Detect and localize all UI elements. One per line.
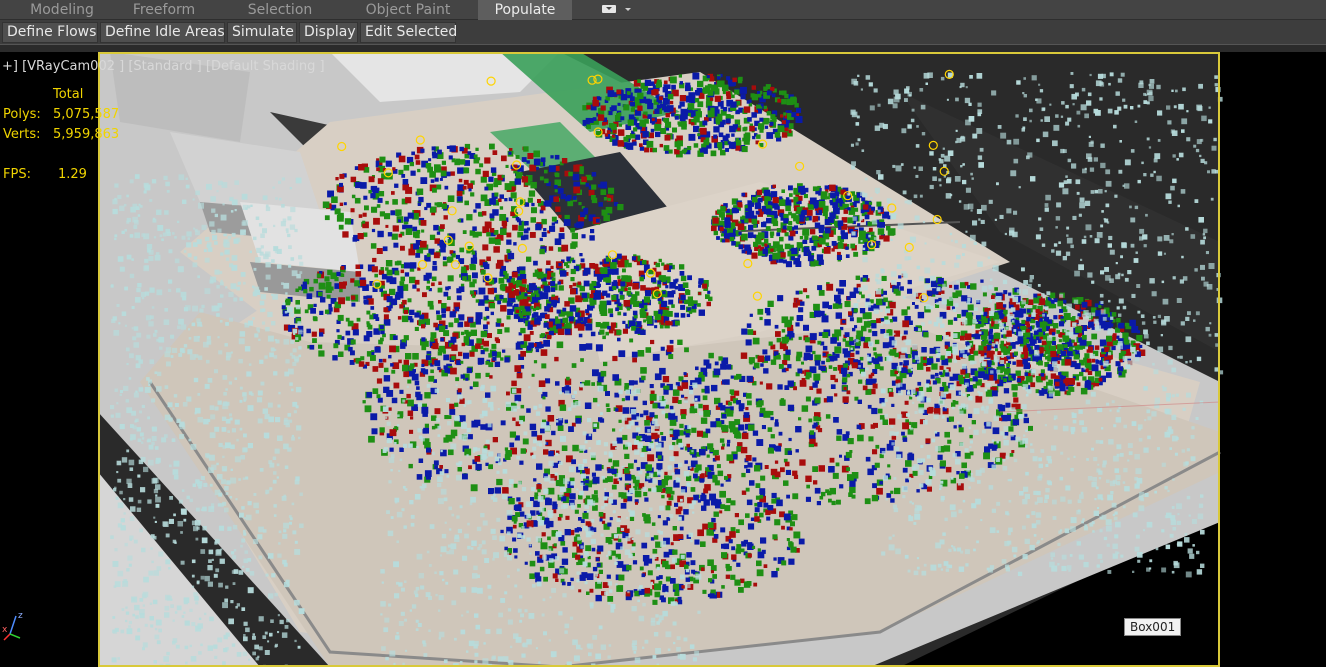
toolbar-divider — [0, 44, 1326, 52]
axis-x-label: x — [2, 625, 8, 635]
tab-freeform[interactable]: Freeform — [120, 0, 208, 20]
viewport-label[interactable]: +] [VRayCam002 ] [Standard ] [Default Sh… — [2, 59, 325, 74]
tab-populate[interactable]: Populate — [478, 0, 572, 20]
ribbon-options-icon[interactable] — [598, 2, 636, 17]
edit-selected-button[interactable]: Edit Selected — [360, 22, 457, 43]
define-idle-areas-button[interactable]: Define Idle Areas — [100, 22, 225, 43]
axis-gizmo-icon: z x — [2, 610, 28, 642]
simulate-button[interactable]: Simulate — [227, 22, 297, 43]
object-name-tag[interactable]: Box001 — [1124, 618, 1182, 636]
tab-selection[interactable]: Selection — [236, 0, 324, 20]
verts-value: 5,959,863 — [53, 127, 120, 142]
tab-modeling[interactable]: Modeling — [20, 0, 104, 20]
polys-label: Polys: — [3, 107, 41, 122]
fps-label: FPS: — [3, 167, 31, 182]
scene-render[interactable] — [0, 52, 1326, 667]
stats-header: Total — [53, 87, 84, 102]
polys-value: 5,075,587 — [53, 107, 120, 122]
verts-label: Verts: — [3, 127, 41, 142]
ribbon-tab-bar: Modeling Freeform Selection Object Paint… — [0, 0, 1326, 20]
populate-toolbar: Define Flows Define Idle Areas Simulate … — [0, 20, 1326, 44]
define-flows-button[interactable]: Define Flows — [2, 22, 98, 43]
tab-object-paint[interactable]: Object Paint — [356, 0, 460, 20]
display-button[interactable]: Display — [299, 22, 358, 43]
axis-z-label: z — [18, 611, 23, 621]
fps-value: 1.29 — [58, 167, 87, 182]
perspective-viewport[interactable]: +] [VRayCam002 ] [Standard ] [Default Sh… — [0, 52, 1326, 667]
